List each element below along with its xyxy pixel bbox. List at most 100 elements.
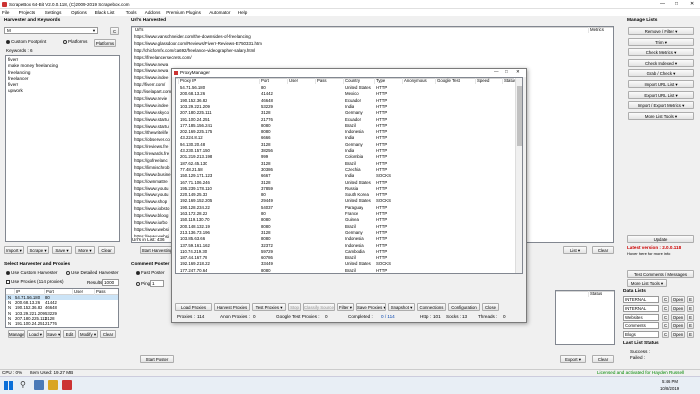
taskbar-app-icon[interactable] bbox=[48, 380, 58, 390]
fast-poster-option[interactable]: Fast Poster bbox=[136, 270, 165, 276]
table-row[interactable]: N177.185.156.2418080 bbox=[6, 326, 118, 327]
data-list-field[interactable]: Comments bbox=[623, 322, 659, 330]
urls-clear-button[interactable]: Clear bbox=[592, 246, 614, 254]
poster-clear-button[interactable]: Clear bbox=[592, 355, 614, 363]
list-tool-button[interactable]: Check Metrics ▾ bbox=[628, 48, 694, 57]
menu-item-black-list[interactable]: Black List bbox=[95, 9, 115, 16]
data-list-field[interactable]: Blogs bbox=[623, 331, 659, 339]
test-comments-button[interactable]: Test Comments / Messages bbox=[627, 270, 694, 278]
harvester-import-button[interactable]: Import ▾ bbox=[4, 246, 24, 254]
use-detailed-harvester[interactable]: Use Detailed Harvester bbox=[66, 270, 119, 276]
data-list-field[interactable]: Websites bbox=[623, 313, 659, 321]
ping-option[interactable]: Ping bbox=[136, 281, 150, 287]
data-list-c-button[interactable]: C bbox=[662, 331, 669, 339]
poster-list[interactable]: Status bbox=[555, 290, 615, 345]
url-item[interactable]: https://freelancersecrets.com/ bbox=[132, 55, 613, 62]
harvester-scrape-button[interactable]: Scrape ▾ bbox=[27, 246, 49, 254]
list-tool-button[interactable]: Remove / Filter ▾ bbox=[628, 27, 694, 35]
pm-snapshot-button[interactable]: Snapshot ▾ bbox=[388, 303, 415, 311]
proxy-save-button[interactable]: Save ▾ bbox=[46, 330, 61, 338]
proxy-manager-table[interactable]: Proxy IP Port User Pass Country Type Anonymous… bbox=[175, 77, 523, 274]
col-proxy-ip[interactable]: Proxy IP bbox=[178, 78, 196, 84]
scrollbar[interactable] bbox=[515, 78, 522, 273]
data-list-open-button[interactable]: Open bbox=[671, 304, 685, 312]
pm-save-proxies-button[interactable]: Save Proxies ▾ bbox=[356, 303, 386, 311]
keyword-item[interactable]: upwork bbox=[6, 88, 119, 94]
taskbar-app-icon[interactable] bbox=[34, 380, 44, 390]
engine-select[interactable]: M ▼ bbox=[4, 27, 98, 34]
platforms-button[interactable]: Platforms bbox=[94, 39, 116, 47]
proxy-manage-button[interactable]: Manage bbox=[8, 330, 25, 338]
data-list-c-button[interactable]: C bbox=[662, 322, 669, 330]
list-tool-button[interactable]: Trim ▾ bbox=[628, 37, 694, 46]
close-icon[interactable]: ✕ bbox=[516, 69, 520, 75]
data-list-e-button[interactable]: E bbox=[687, 331, 694, 339]
data-list-e-button[interactable]: E bbox=[687, 322, 694, 330]
start-poster-button[interactable]: Start Poster bbox=[140, 355, 174, 363]
url-item[interactable]: https://www.glassdoor.com/Reviews/Fiverr… bbox=[132, 41, 613, 48]
harvester-more-button[interactable]: More ▾ bbox=[75, 246, 95, 254]
menu-item-tools[interactable]: Tools bbox=[126, 9, 137, 16]
data-list-open-button[interactable]: Open bbox=[671, 313, 685, 321]
proxy-table[interactable]: IP Port User Pass N 54.71.56.180 80 N 200.68… bbox=[5, 288, 119, 328]
data-list-open-button[interactable]: Open bbox=[671, 322, 685, 330]
pm-close-button[interactable]: Close bbox=[482, 303, 499, 311]
col-pass[interactable]: Pass bbox=[315, 78, 327, 84]
col-type[interactable]: Type bbox=[374, 78, 385, 84]
minimize-icon[interactable]: — bbox=[494, 69, 499, 74]
scrollbar-thumb[interactable] bbox=[517, 86, 522, 146]
table-row[interactable]: 177.247.70.64 8080 Brazil HTTP bbox=[176, 268, 514, 273]
data-list-c-button[interactable]: C bbox=[662, 313, 669, 321]
data-list-open-button[interactable]: Open bbox=[671, 331, 685, 339]
taskbar-app-icon[interactable] bbox=[62, 380, 72, 390]
pm-harvest-proxies-button[interactable]: Harvest Proxies bbox=[214, 303, 250, 311]
start-harvesting-button[interactable]: Start Harvesting bbox=[140, 246, 174, 254]
more-list-tools-button[interactable]: More List Tools ▾ bbox=[627, 279, 667, 287]
menu-item-settings[interactable]: Settings bbox=[45, 9, 62, 16]
list-tool-button[interactable]: Import / Export Metrics ▾ bbox=[628, 101, 694, 110]
results-input[interactable]: 1000 bbox=[102, 279, 119, 286]
pm-configuration-button[interactable]: Configuration bbox=[448, 303, 480, 311]
ping-input[interactable]: 1 bbox=[150, 280, 164, 287]
data-list-field[interactable]: INTERNAL bbox=[623, 304, 659, 312]
proxy-clear-button[interactable]: Clear bbox=[100, 330, 116, 338]
data-list-field[interactable]: INTERNAL bbox=[623, 296, 659, 303]
list-tool-button[interactable]: Check Indexed ▾ bbox=[628, 58, 694, 67]
menu-item-automator[interactable]: Automator bbox=[209, 9, 230, 16]
data-list-c-button[interactable]: C bbox=[662, 296, 669, 303]
menu-item-file[interactable]: File bbox=[2, 9, 9, 16]
proxy-edit-button[interactable]: Edit bbox=[63, 330, 76, 338]
menu-item-projects[interactable]: Projects bbox=[19, 9, 36, 16]
url-item[interactable]: https://www.vanschneider.com/the-downsid… bbox=[132, 34, 613, 41]
urls-list-button[interactable]: List ▾ bbox=[563, 246, 587, 254]
search-icon[interactable]: ⚲ bbox=[20, 380, 26, 389]
list-tool-button[interactable]: Grab / Check ▾ bbox=[628, 69, 694, 78]
list-tool-button[interactable]: Import URL List ▾ bbox=[628, 80, 694, 88]
list-tool-button[interactable]: More List Tools ▾ bbox=[628, 111, 694, 120]
menu-item-premium-plugins[interactable]: Premium Plugins bbox=[166, 9, 201, 16]
custom-footprint-option[interactable]: Custom Footprint bbox=[6, 39, 46, 45]
data-list-open-button[interactable]: Open bbox=[671, 296, 685, 303]
menu-item-options[interactable]: Options bbox=[71, 9, 87, 16]
col-user[interactable]: User bbox=[287, 78, 298, 84]
harvester-save-button[interactable]: Save ▾ bbox=[52, 246, 72, 254]
col-google-test[interactable]: Google Test bbox=[435, 78, 460, 84]
engine-c-button[interactable]: C bbox=[110, 27, 119, 35]
list-tool-button[interactable]: Export URL List ▾ bbox=[628, 90, 694, 99]
data-list-e-button[interactable]: E bbox=[687, 296, 694, 303]
col-anonymous[interactable]: Anonymous bbox=[402, 78, 427, 84]
windows-start-icon[interactable] bbox=[4, 381, 13, 390]
col-port[interactable]: Port bbox=[259, 78, 269, 84]
use-proxies-option[interactable]: Use Proxies (114 proxies) bbox=[6, 279, 64, 285]
pm-test-proxies-button[interactable]: Test Proxies ▾ bbox=[252, 303, 286, 311]
keywords-list[interactable]: fiverr make money freelancing freelancing f… bbox=[5, 55, 120, 242]
harvester-clear-button[interactable]: Clear bbox=[98, 246, 115, 254]
export-button[interactable]: Export ▾ bbox=[560, 355, 586, 363]
pm-filter-button[interactable]: Filter ▾ bbox=[337, 303, 354, 311]
minimize-icon[interactable]: — bbox=[660, 1, 665, 7]
pm-classify-sources-button[interactable]: Classify Sources bbox=[303, 303, 335, 311]
proxy-modify-button[interactable]: Modify ▾ bbox=[78, 330, 98, 338]
maximize-icon[interactable]: □ bbox=[505, 69, 508, 74]
menu-item-addons[interactable]: Addons bbox=[145, 9, 161, 16]
pm-load-proxies-button[interactable]: Load Proxies bbox=[175, 303, 212, 311]
